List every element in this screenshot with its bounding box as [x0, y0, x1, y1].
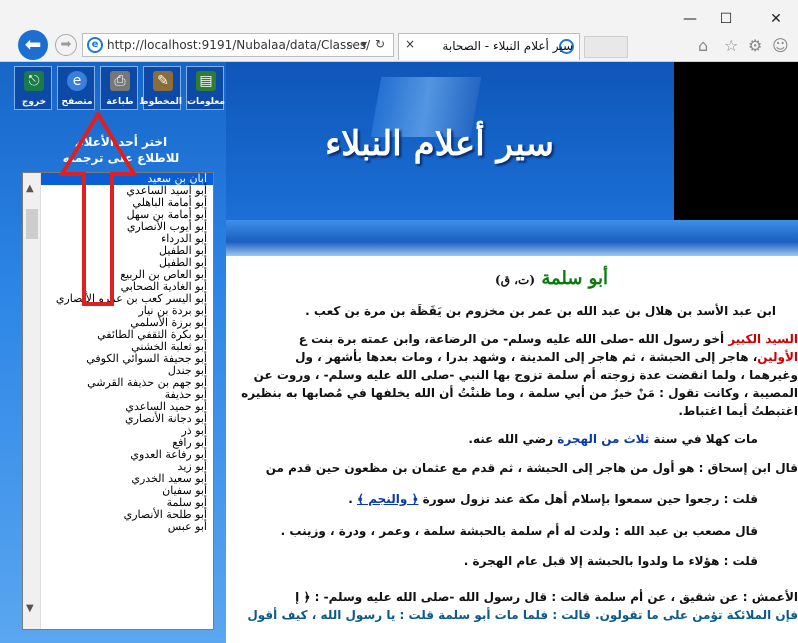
page-banner: سير أعلام النبلاء	[226, 62, 674, 220]
date-link[interactable]: ثلاث من الهجرة	[557, 432, 649, 446]
maximize-button[interactable]: ☐	[712, 8, 740, 30]
toolbar-label: خروج	[21, 97, 47, 107]
text-span: رضي الله عنه.	[468, 432, 558, 446]
highlight-text: الأولين	[757, 350, 798, 364]
settings-icon[interactable]: ⚙	[748, 36, 762, 55]
toolbar-label: المخطوط	[139, 97, 182, 107]
favorites-icon[interactable]: ☆	[724, 36, 738, 55]
forward-button[interactable]: ➡	[55, 34, 77, 56]
paragraph-musab: قال مصعب بن عبد الله : ولدت له أم سلمة ب…	[280, 524, 758, 538]
paragraph-angels: فإن الملائكة تؤمن على ما تقولون. قالت : …	[247, 608, 798, 622]
paragraph-return: قلت : رجعوا حين سمعوا بإسلام أهل مكة عند…	[348, 492, 758, 506]
paragraph-lineage: ابن عبد الأسد بن هلال بن عبد الله بن عمر…	[305, 304, 776, 318]
home-icon[interactable]: ⌂	[698, 36, 708, 55]
scroll-thumb[interactable]	[26, 209, 38, 239]
list-item[interactable]: أبو عبس	[41, 521, 213, 533]
browser-icon: e	[67, 71, 87, 91]
printer-icon: ⎙	[110, 71, 130, 91]
select-prompt: اختر أحد الأعلام للاطلاع على ترجمته	[62, 135, 180, 165]
search-icon[interactable]: ⌕	[347, 37, 354, 52]
paragraph-ibn-ishaq: قال ابن إسحاق : هو أول من هاجر إلى الحبش…	[265, 461, 798, 475]
biography-heading: أبو سلمة (ت، ق)	[495, 268, 608, 289]
minimize-button[interactable]: —	[676, 8, 704, 30]
close-window-button[interactable]: ✕	[762, 8, 790, 30]
scholar-listbox[interactable]: ▲ ▼ أبان بن سعيد أبو أسيد الساعدي أبو أمام…	[22, 172, 214, 630]
paragraph-death: مات كهلا في سنة ثلاث من الهجرة رضي الله …	[468, 432, 758, 446]
toolbar-info-button[interactable]: ▤ معلومات	[186, 66, 225, 110]
address-bar[interactable]: e http://localhost:9191/Nubalaa/data/Cla…	[82, 33, 394, 57]
paragraph-description-4: المصيبة ، وكانت تقول : مَنْ خيرٌ من أبي …	[241, 386, 798, 400]
highlight-text: السيد الكبير	[728, 332, 798, 346]
toolbar-browser-button[interactable]: e متصفح	[57, 66, 95, 110]
web-page: ▤ معلومات ✎ المخطوط ⎙ طباعة e متصفح ⎋ خر…	[0, 62, 798, 643]
scroll-down-icon[interactable]: ▼	[26, 603, 34, 614]
text-span: مات كهلا في سنة	[649, 432, 758, 446]
url-text: http://localhost:9191/Nubalaa/data/Class…	[107, 38, 371, 52]
text-span: .	[348, 492, 358, 506]
scroll-up-icon[interactable]: ▲	[26, 183, 34, 194]
toolbar-label: متصفح	[61, 97, 93, 107]
paragraph-amash: الأعمش : عن شقيق ، عن أم سلمة قالت : قال…	[295, 590, 798, 604]
feedback-icon[interactable]: ☺	[772, 36, 789, 55]
new-tab-button[interactable]	[584, 36, 628, 58]
listbox-scrollbar[interactable]: ▲ ▼	[23, 173, 41, 629]
book-icon: ▤	[196, 71, 216, 91]
paragraph-note: قلت : هؤلاء ما ولدوا بالحبشة إلا قبل عام…	[463, 554, 758, 568]
text-span: أخو رسول الله -صلى الله عليه وسلم- من ال…	[298, 332, 729, 346]
banner-title: سير أعلام النبلاء	[325, 124, 554, 164]
paragraph-description-5: اغتبطتُ أيما اغتباط.	[678, 404, 798, 418]
text-span: ، هاجر إلى الحبشة ، ثم هاجر إلى المدينة …	[295, 350, 758, 364]
surah-link[interactable]: ﴿ والنجم ﴾	[357, 492, 418, 506]
paragraph-description-2: الأولين، هاجر إلى الحبشة ، ثم هاجر إلى ا…	[295, 350, 798, 364]
banner-black-panel	[674, 62, 798, 220]
toolbar-label: معلومات	[187, 97, 225, 107]
refresh-icon[interactable]: ↻	[375, 37, 385, 51]
text-span: قلت : رجعوا حين سمعوا بإسلام أهل مكة عند…	[418, 492, 758, 506]
toolbar-print-button[interactable]: ⎙ طباعة	[100, 66, 138, 110]
biography-content: أبو سلمة (ت، ق) ابن عبد الأسد بن هلال بن…	[226, 256, 798, 643]
sidebar: ▤ معلومات ✎ المخطوط ⎙ طباعة e متصفح ⎋ خر…	[0, 62, 226, 643]
exit-icon: ⎋	[24, 71, 44, 91]
back-button[interactable]: ⬅	[18, 30, 48, 60]
tab-close-icon[interactable]: ×	[405, 37, 415, 51]
toolbar-exit-button[interactable]: ⎋ خروج	[14, 66, 52, 110]
banner-wave	[226, 220, 798, 256]
heading-name: أبو سلمة	[541, 268, 608, 289]
manuscript-icon: ✎	[153, 71, 173, 91]
browser-chrome: — ☐ ✕ ⬅ ➡ e http://localhost:9191/Nubala…	[0, 0, 798, 62]
toolbar-manuscript-button[interactable]: ✎ المخطوط	[139, 66, 182, 110]
dropdown-icon[interactable]: ▾	[361, 37, 367, 51]
toolbar-label: طباعة	[106, 97, 134, 107]
listbox-items: أبان بن سعيد أبو أسيد الساعدي أبو أمامة ال…	[41, 173, 213, 533]
tab-title: سير أعلام النبلاء - الصحابة	[442, 39, 573, 53]
heading-tag: (ت، ق)	[495, 273, 536, 287]
paragraph-description-1: السيد الكبير أخو رسول الله -صلى الله علي…	[299, 332, 798, 346]
browser-tab[interactable]: سير أعلام النبلاء - الصحابة ×	[398, 33, 580, 60]
paragraph-description-3: وغيرهما ، ولما انقضت عدة زوجته أم سلمة ت…	[253, 368, 798, 382]
ie-icon: e	[87, 37, 103, 53]
